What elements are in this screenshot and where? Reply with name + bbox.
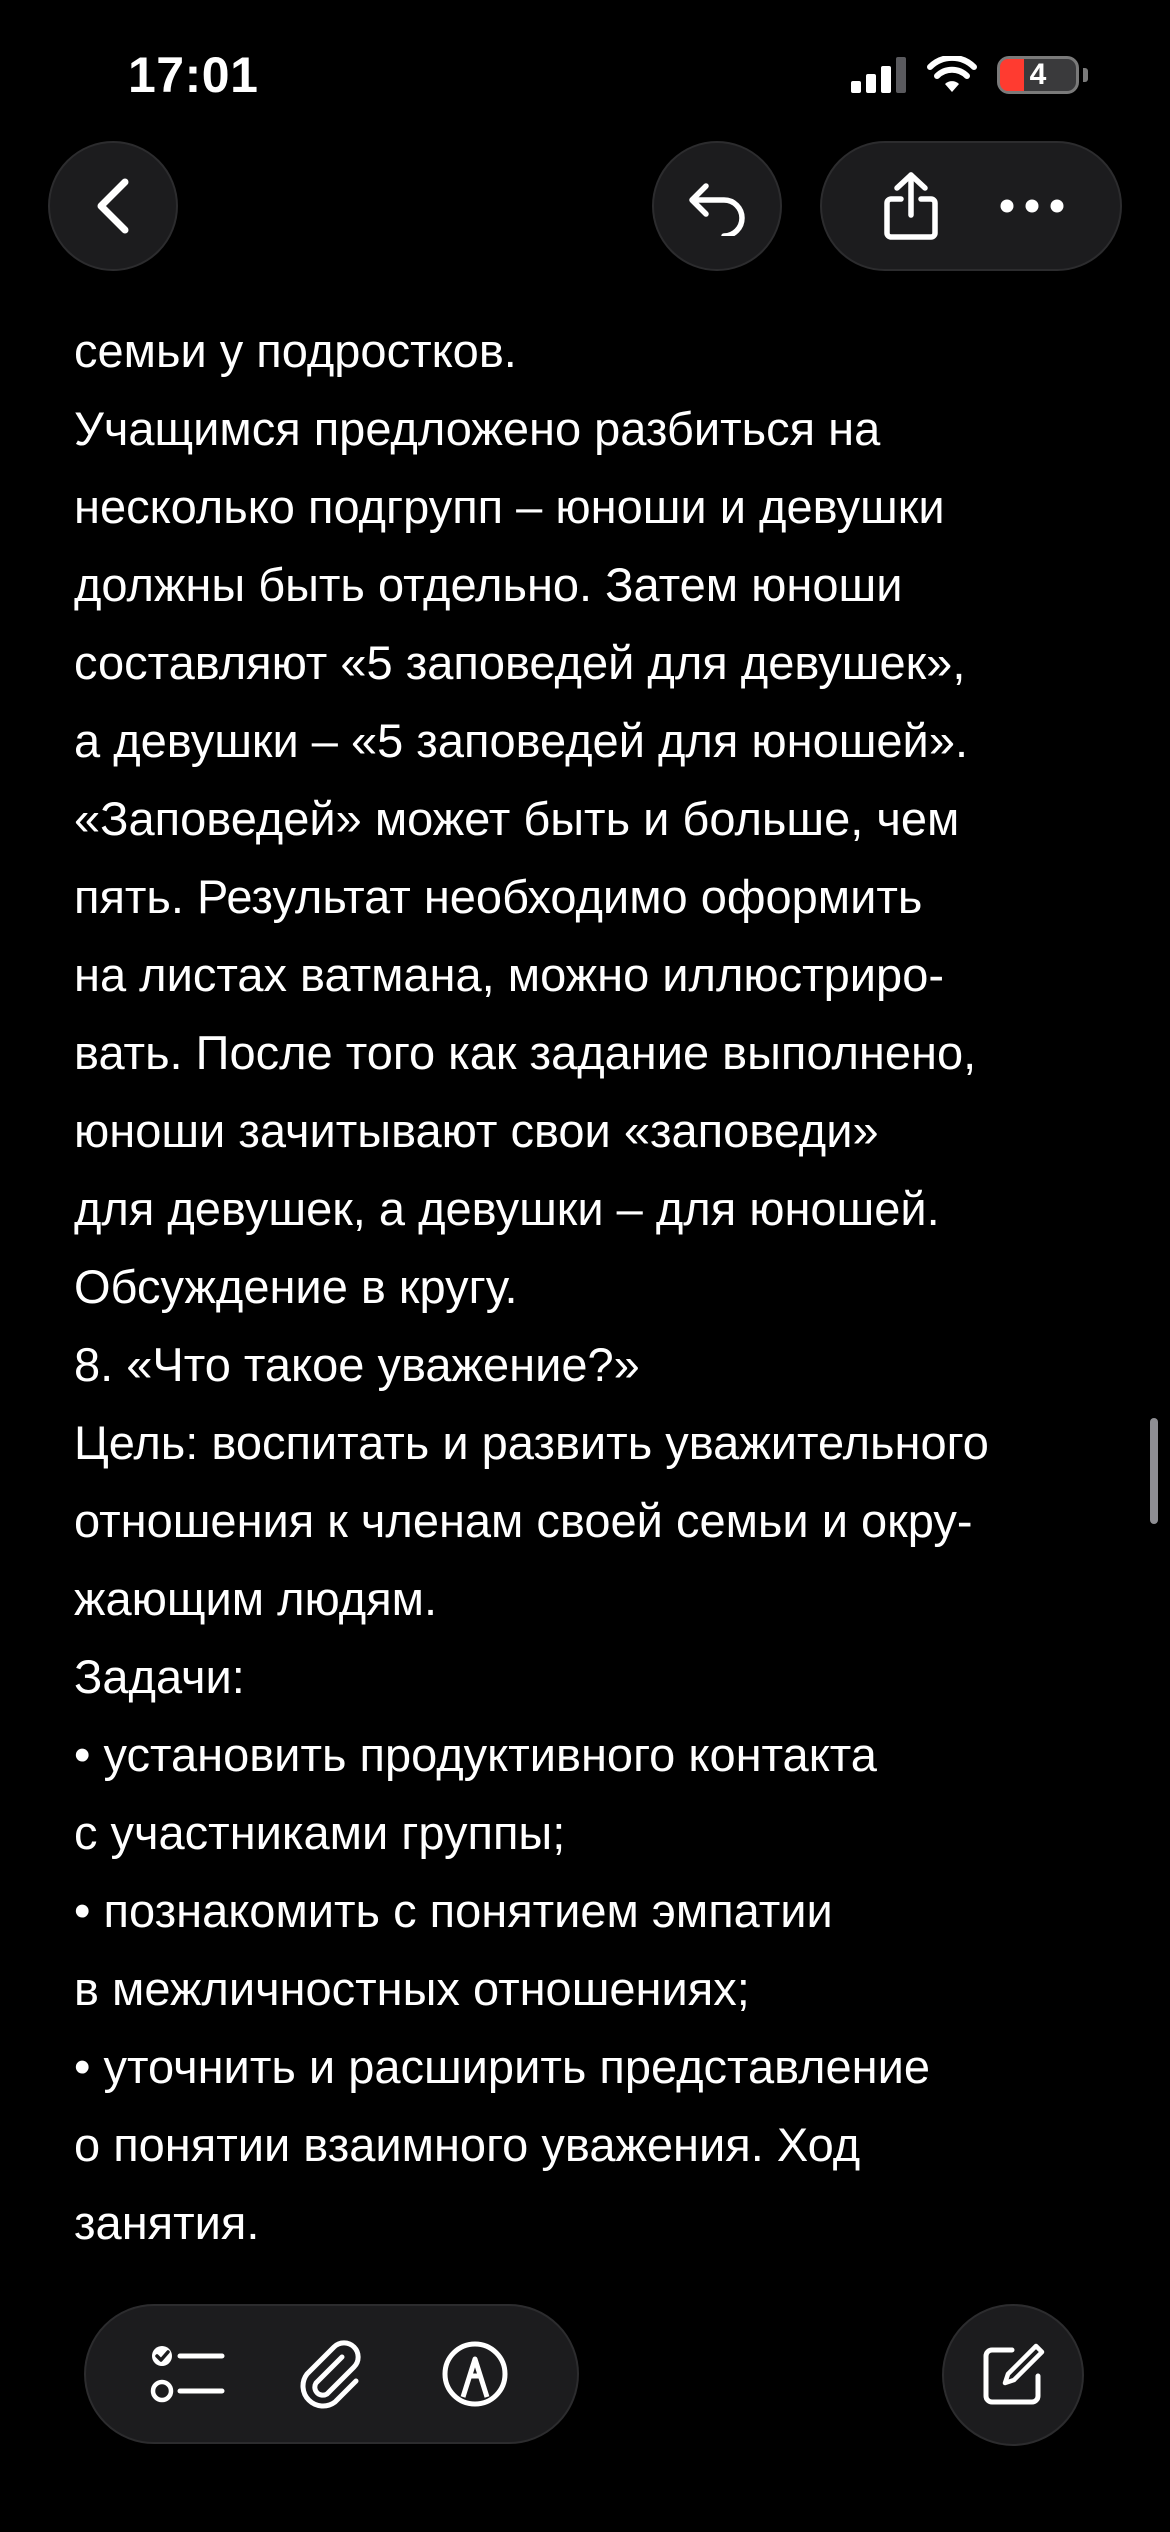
note-line: с участниками группы; (74, 1806, 566, 1859)
note-line: вать. После того как задание выполнено, (74, 1026, 977, 1079)
status-indicators: 4 (851, 56, 1088, 94)
note-line: • установить продуктивного контакта (74, 1728, 877, 1781)
undo-icon (689, 183, 745, 236)
note-line: несколько подгрупп – юноши и девушки (74, 480, 945, 533)
note-line: Обсуждение в кругу. (74, 1260, 518, 1313)
markup-button[interactable] (425, 2324, 525, 2424)
note-line: семьи у подростков. (74, 324, 517, 377)
note-line: составляют «5 заповедей для девушек», (74, 636, 966, 689)
note-line: 8. «Что такое уважение?» (74, 1338, 640, 1391)
actions-pill (820, 141, 1122, 271)
note-line: Цель: воспитать и развить уважительного (74, 1416, 989, 1469)
back-chevron-icon (97, 178, 129, 234)
compose-icon (983, 2343, 1045, 2405)
wifi-icon (927, 56, 977, 92)
undo-button[interactable] (652, 141, 782, 271)
note-line: «Заповедей» может быть и больше, чем (74, 792, 960, 845)
share-button[interactable] (866, 161, 956, 251)
note-line: отношения к членам своей семьи и окру- (74, 1494, 973, 1547)
note-line: жающим людям. (74, 1572, 438, 1625)
checklist-button[interactable] (138, 2324, 238, 2424)
note-line: должны быть отдельно. Затем юноши (74, 558, 903, 611)
note-line: в межличностных отношениях; (74, 1962, 750, 2015)
battery-level: 4 (1029, 58, 1047, 91)
note-line: юноши зачитывают свои «заповеди» (74, 1104, 879, 1157)
scroll-indicator[interactable] (1150, 1418, 1158, 1524)
note-line: о понятии взаимного уважения. Ход (74, 2118, 861, 2171)
note-line: занятия. (74, 2196, 260, 2249)
back-button[interactable] (48, 141, 178, 271)
note-line: Задачи: (74, 1650, 245, 1703)
share-icon (883, 172, 938, 240)
more-button[interactable] (987, 161, 1077, 251)
battery-icon: 4 (997, 56, 1079, 94)
note-body[interactable]: семьи у подростков. Учащимся предложено … (74, 312, 1104, 2262)
bottom-toolbar (84, 2304, 579, 2444)
note-line: для девушек, а девушки – для юношей. (74, 1182, 940, 1235)
note-line: • уточнить и расширить представление (74, 2040, 930, 2093)
note-line: а девушки – «5 заповедей для юношей». (74, 714, 969, 767)
cellular-signal-icon (851, 57, 906, 93)
more-icon (1000, 199, 1063, 213)
markup-pen-icon (442, 2341, 508, 2407)
note-line: пять. Результат необходимо оформить (74, 870, 923, 923)
note-line: на листах ватмана, можно иллюстриро- (74, 948, 944, 1001)
compose-button[interactable] (942, 2304, 1084, 2446)
status-time: 17:01 (128, 47, 259, 103)
checklist-icon (150, 2346, 225, 2403)
attachment-button[interactable] (281, 2324, 381, 2424)
note-line: Учащимся предложено разбиться на (74, 402, 881, 455)
note-line: • познакомить с понятием эмпатии (74, 1884, 833, 1937)
attachment-paperclip-icon (301, 2340, 362, 2409)
